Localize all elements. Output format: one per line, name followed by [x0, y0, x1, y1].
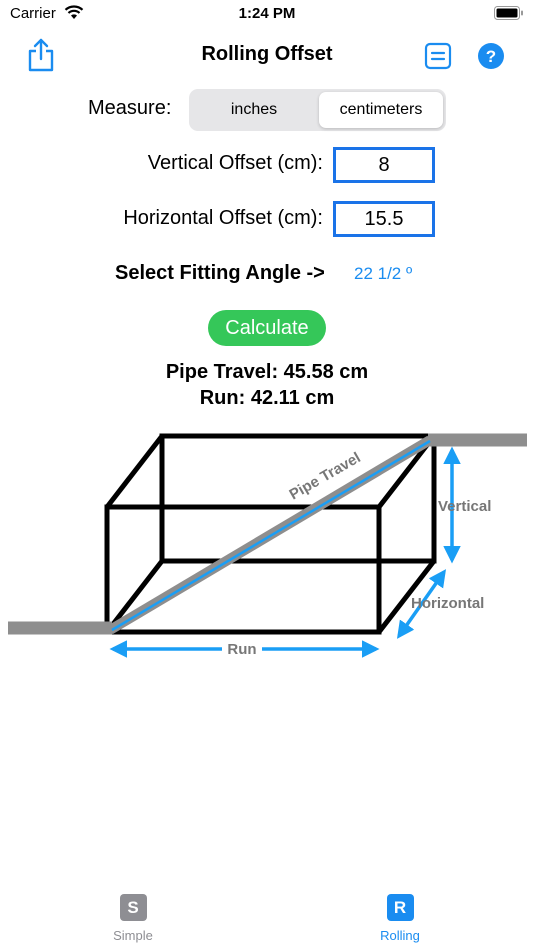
fitting-angle-selector[interactable]: 22 1/2 º: [354, 264, 412, 284]
tab-simple-label: Simple: [113, 928, 153, 943]
fitting-angle-label: Select Fitting Angle ->: [115, 262, 325, 284]
tab-simple[interactable]: S Simple: [73, 894, 193, 943]
tab-rolling[interactable]: R Rolling: [340, 894, 460, 943]
page-title: Rolling Offset: [201, 43, 333, 65]
vertical-offset-label: Vertical Offset (cm):: [147, 152, 323, 174]
segment-inches[interactable]: inches: [192, 92, 316, 128]
diagram-label-horizontal: Horizontal: [411, 595, 484, 612]
clock: 1:24 PM: [238, 5, 296, 22]
help-icon[interactable]: ?: [477, 42, 505, 70]
run-result: Run: 42.11 cm: [199, 387, 335, 409]
diagram-label-vertical: Vertical: [438, 498, 491, 515]
diagram-label-run: Run: [227, 641, 256, 658]
diagram-label-pipe-travel: Pipe Travel: [287, 449, 364, 503]
status-bar: Carrier 1:24 PM: [0, 0, 534, 30]
tab-rolling-label: Rolling: [380, 928, 420, 943]
help-glyph: ?: [486, 47, 496, 66]
battery-icon: [494, 6, 523, 20]
tab-bar: S Simple R Rolling: [0, 888, 534, 950]
rolling-offset-diagram: Pipe Travel Vertical Horizontal Run: [8, 433, 527, 658]
vertical-offset-field[interactable]: [333, 147, 435, 183]
pipe-travel-result: Pipe Travel: 45.58 cm: [165, 361, 369, 383]
segment-centimeters[interactable]: centimeters: [319, 92, 443, 128]
horizontal-offset-field[interactable]: [333, 201, 435, 237]
calculate-button[interactable]: Calculate: [208, 310, 326, 346]
navigation-bar: Rolling Offset ?: [0, 34, 534, 78]
measure-label: Measure:: [88, 97, 172, 119]
horizontal-offset-label: Horizontal Offset (cm):: [123, 207, 323, 229]
list-icon[interactable]: [424, 42, 452, 70]
simple-tab-icon: S: [119, 894, 147, 921]
measure-segmented-control: inches centimeters: [189, 89, 446, 131]
rolling-tab-icon: R: [386, 894, 414, 921]
